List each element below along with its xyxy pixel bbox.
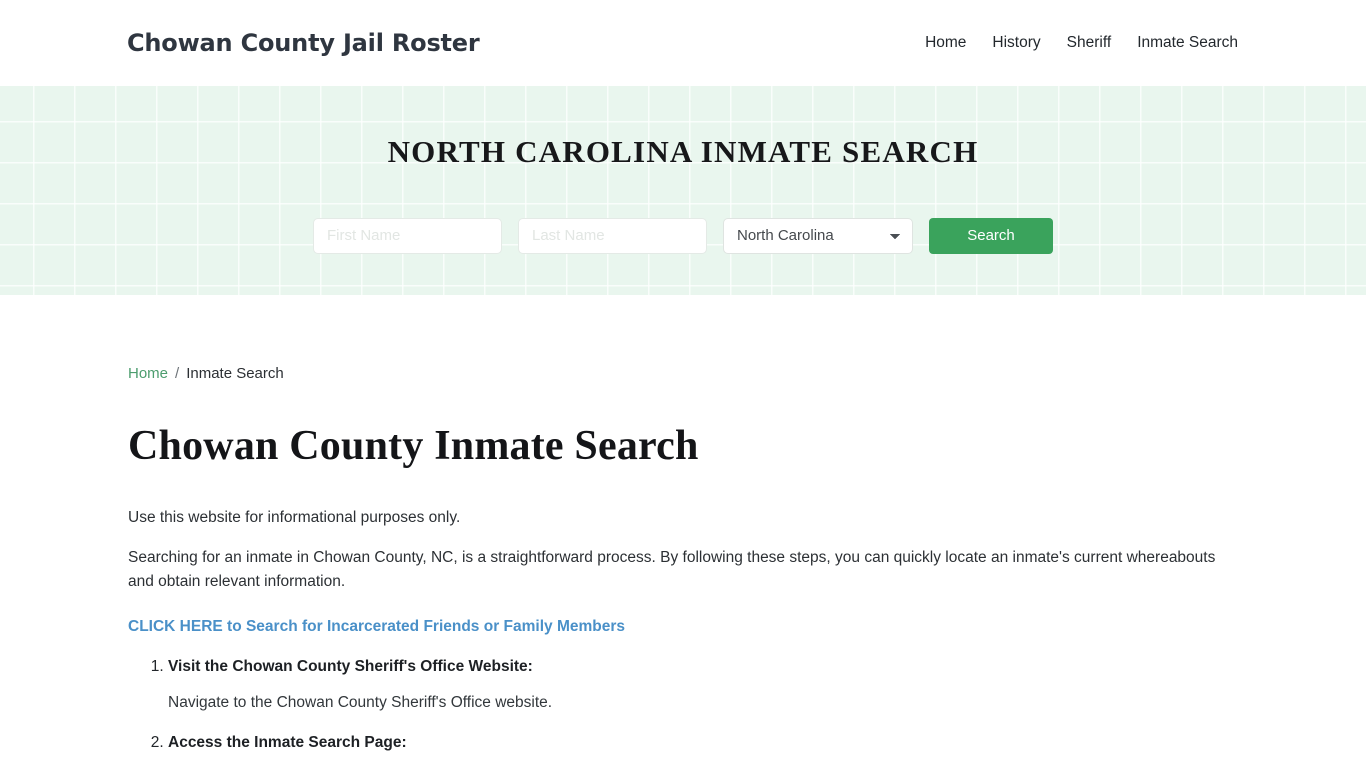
- breadcrumb-current-page: Inmate Search: [186, 365, 284, 382]
- inmate-search-form: North Carolina Search: [313, 217, 1053, 254]
- site-title: Chowan County Jail Roster: [127, 29, 480, 57]
- nav-item-sheriff[interactable]: Sheriff: [1067, 34, 1112, 52]
- hero-title: NORTH CAROLINA INMATE SEARCH: [387, 134, 979, 169]
- page-title: Chowan County Inmate Search: [128, 423, 699, 469]
- main-navigation: Home History Sheriff Inmate Search: [925, 34, 1238, 52]
- search-button[interactable]: Search: [929, 217, 1053, 254]
- nav-item-inmate-search[interactable]: Inmate Search: [1137, 34, 1238, 52]
- cta-search-link[interactable]: CLICK HERE to Search for Incarcerated Fr…: [128, 618, 625, 636]
- intro-paragraph: Use this website for informational purpo…: [128, 509, 461, 526]
- steps-list: Visit the Chowan County Sheriff's Office…: [128, 658, 1238, 752]
- state-select[interactable]: North Carolina: [723, 217, 913, 254]
- breadcrumb-separator: /: [175, 365, 180, 382]
- nav-item-history[interactable]: History: [992, 34, 1040, 52]
- step-title: Visit the Chowan County Sheriff's Office…: [168, 658, 533, 675]
- breadcrumb: Home / Inmate Search: [128, 295, 1238, 382]
- hero-search-banner: NORTH CAROLINA INMATE SEARCH North Carol…: [0, 86, 1366, 295]
- site-header: Chowan County Jail Roster Home History S…: [0, 0, 1366, 86]
- list-item: Visit the Chowan County Sheriff's Office…: [168, 658, 1238, 712]
- step-description: Navigate to the Chowan County Sheriff's …: [168, 694, 553, 711]
- step-title: Access the Inmate Search Page:: [168, 734, 407, 751]
- breadcrumb-link-home[interactable]: Home: [128, 365, 168, 382]
- main-content: Home / Inmate Search Chowan County Inmat…: [0, 295, 1366, 752]
- description-paragraph: Searching for an inmate in Chowan County…: [128, 549, 1216, 590]
- list-item: Access the Inmate Search Page:: [168, 734, 1238, 752]
- first-name-input[interactable]: [313, 217, 502, 254]
- last-name-input[interactable]: [518, 217, 707, 254]
- nav-item-home[interactable]: Home: [925, 34, 966, 52]
